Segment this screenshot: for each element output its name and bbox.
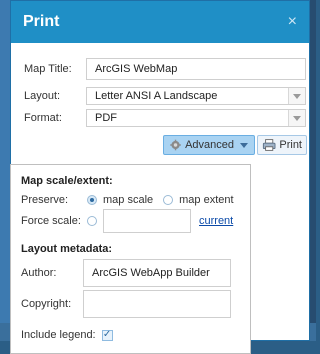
- advanced-button[interactable]: Advanced: [163, 135, 255, 155]
- layout-metadata-heading: Layout metadata:: [21, 243, 113, 255]
- map-title-input[interactable]: ArcGIS WebMap: [86, 58, 306, 80]
- dialog-titlebar: Print ×: [11, 1, 309, 43]
- layout-select-value: Letter ANSI A Landscape: [95, 90, 218, 102]
- copyright-input[interactable]: [83, 290, 231, 318]
- map-scale-radio[interactable]: [87, 195, 97, 205]
- force-scale-input[interactable]: [103, 209, 191, 233]
- layout-label: Layout:: [24, 90, 61, 102]
- include-legend-label: Include legend:: [21, 329, 96, 341]
- copyright-row: Copyright:: [21, 290, 231, 318]
- map-extent-label: map extent: [179, 194, 234, 206]
- preserve-row: Preserve: map scale map extent: [21, 193, 234, 207]
- author-input[interactable]: ArcGIS WebApp Builder: [83, 259, 231, 287]
- map-extent-radio[interactable]: [163, 195, 174, 205]
- print-button[interactable]: Print: [257, 135, 307, 155]
- format-select-value: PDF: [95, 112, 117, 124]
- author-label: Author:: [21, 267, 57, 279]
- force-scale-label: Force scale:: [21, 215, 81, 227]
- include-legend-row: Include legend: ✓: [21, 328, 113, 342]
- map-scale-label: map scale: [103, 194, 154, 206]
- layout-select[interactable]: Letter ANSI A Landscape: [86, 87, 306, 105]
- dialog-title: Print: [23, 13, 60, 30]
- advanced-panel: Map scale/extent: Preserve: map scale ma…: [10, 164, 251, 354]
- background-left: [0, 0, 10, 341]
- chevron-down-icon[interactable]: [288, 110, 305, 126]
- force-scale-radio[interactable]: [87, 216, 97, 226]
- layout-row: Layout: Letter ANSI A Landscape: [24, 87, 306, 105]
- printer-icon: [262, 139, 276, 151]
- current-link[interactable]: current: [199, 215, 233, 227]
- print-button-label: Print: [279, 139, 302, 151]
- author-row: Author: ArcGIS WebApp Builder: [21, 259, 231, 287]
- format-label: Format:: [24, 112, 62, 124]
- preserve-label: Preserve:: [21, 194, 69, 206]
- map-title-label: Map Title:: [24, 63, 72, 75]
- copyright-label: Copyright:: [21, 298, 72, 310]
- scale-extent-heading: Map scale/extent:: [21, 175, 113, 187]
- close-icon[interactable]: ×: [288, 13, 297, 31]
- chevron-down-icon: [240, 142, 248, 148]
- chevron-down-icon[interactable]: [288, 88, 305, 104]
- map-title-row: Map Title: ArcGIS WebMap: [24, 58, 306, 80]
- advanced-button-label: Advanced: [185, 139, 234, 151]
- checkmark-icon: ✓: [102, 329, 112, 340]
- gear-icon: [170, 139, 181, 151]
- include-legend-checkbox[interactable]: ✓: [101, 329, 113, 341]
- format-row: Format: PDF: [24, 109, 306, 127]
- format-select[interactable]: PDF: [86, 109, 306, 127]
- force-scale-row: Force scale: current: [21, 209, 233, 233]
